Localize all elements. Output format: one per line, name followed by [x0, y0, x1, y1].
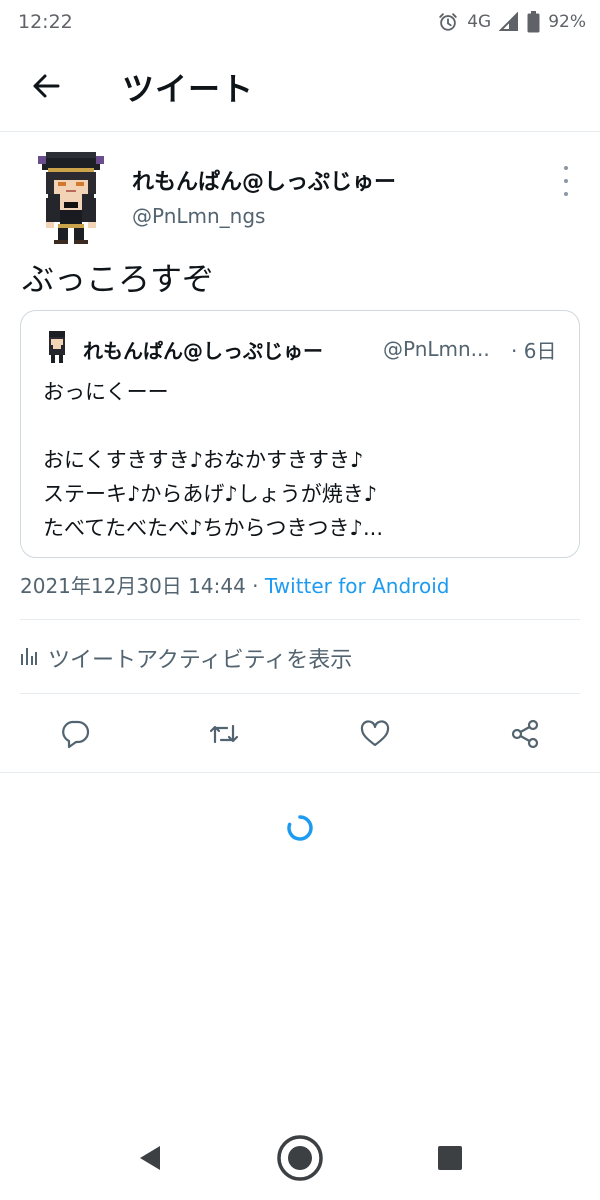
tweet-activity-link[interactable]: ツイートアクティビティを表示: [20, 638, 352, 678]
tweet-text: ぶっころすぞ: [22, 260, 215, 298]
tweet-activity-label: ツイートアクティビティを表示: [48, 648, 353, 673]
meta-separator: ·: [245, 574, 265, 598]
alarm-icon: [437, 11, 459, 33]
status-icons: 4G 92%: [437, 11, 586, 33]
more-dot-icon: [564, 192, 568, 196]
more-dot-icon: [564, 179, 568, 183]
quoted-line: たべてたべたべ♪ちからつきつき♪...: [43, 516, 383, 540]
status-time: 12:22: [18, 11, 73, 33]
retweet-icon: [207, 718, 241, 754]
tweet-meta: 2021年12月30日 14:44 · Twitter for Android: [20, 570, 449, 599]
share-icon: [509, 718, 541, 754]
back-button[interactable]: [26, 68, 66, 108]
quoted-avatar: [45, 331, 69, 363]
like-button[interactable]: [355, 716, 395, 756]
like-icon: [359, 718, 391, 754]
divider: [0, 772, 600, 773]
quoted-author-handle: @PnLmn...: [383, 337, 490, 361]
triangle-back-icon: [137, 1144, 163, 1176]
author-name[interactable]: れもんぱん@しっぷじゅー: [132, 164, 396, 196]
quoted-line: おっにくーー: [43, 380, 169, 404]
retweet-button[interactable]: [204, 716, 244, 756]
arrow-left-icon: [31, 71, 61, 105]
battery-level: 92%: [548, 12, 586, 32]
network-label: 4G: [467, 12, 492, 32]
author-handle[interactable]: @PnLmn_ngs: [132, 204, 265, 228]
bar-chart-icon: [20, 644, 38, 672]
home-circle-icon: [276, 1134, 324, 1186]
share-button[interactable]: [505, 716, 545, 756]
avatar[interactable]: [30, 150, 112, 246]
tweet-actions: [0, 700, 600, 772]
quoted-line: ステーキ♪からあげ♪しょうが焼き♪: [43, 482, 378, 506]
navigation-bar: [0, 1120, 600, 1200]
nav-recents-button[interactable]: [432, 1142, 468, 1178]
tweet-source-link[interactable]: Twitter for Android: [265, 574, 450, 598]
divider: [20, 619, 580, 620]
signal-icon: [499, 12, 519, 32]
battery-icon: [527, 11, 540, 33]
quoted-text: おっにくーー おにくすきすき♪おなかすきすき♪ ステーキ♪からあげ♪しょうが焼き…: [43, 375, 383, 545]
status-bar: 12:22 4G 92%: [0, 0, 600, 44]
loading-spinner-icon: [286, 814, 314, 842]
quoted-author-name: れもんぱん@しっぷじゅー: [83, 339, 323, 363]
quoted-tweet[interactable]: れもんぱん@しっぷじゅー @PnLmn... · 6日 おっにくーー おにくすき…: [20, 310, 580, 558]
quoted-time: · 6日: [511, 339, 557, 363]
app-bar: ツイート: [0, 44, 600, 132]
divider: [20, 693, 580, 694]
quoted-line-blank: [43, 409, 383, 443]
tweet-timestamp: 2021年12月30日 14:44: [20, 574, 246, 598]
square-recents-icon: [437, 1145, 463, 1175]
more-dot-icon: [564, 166, 568, 170]
reply-button[interactable]: [55, 716, 95, 756]
nav-back-button[interactable]: [130, 1140, 170, 1180]
reply-icon: [59, 718, 91, 754]
more-options-button[interactable]: [556, 166, 576, 196]
nav-home-button[interactable]: [276, 1134, 324, 1186]
page-title: ツイート: [122, 70, 255, 108]
quoted-line: おにくすきすき♪おなかすきすき♪: [43, 448, 364, 472]
